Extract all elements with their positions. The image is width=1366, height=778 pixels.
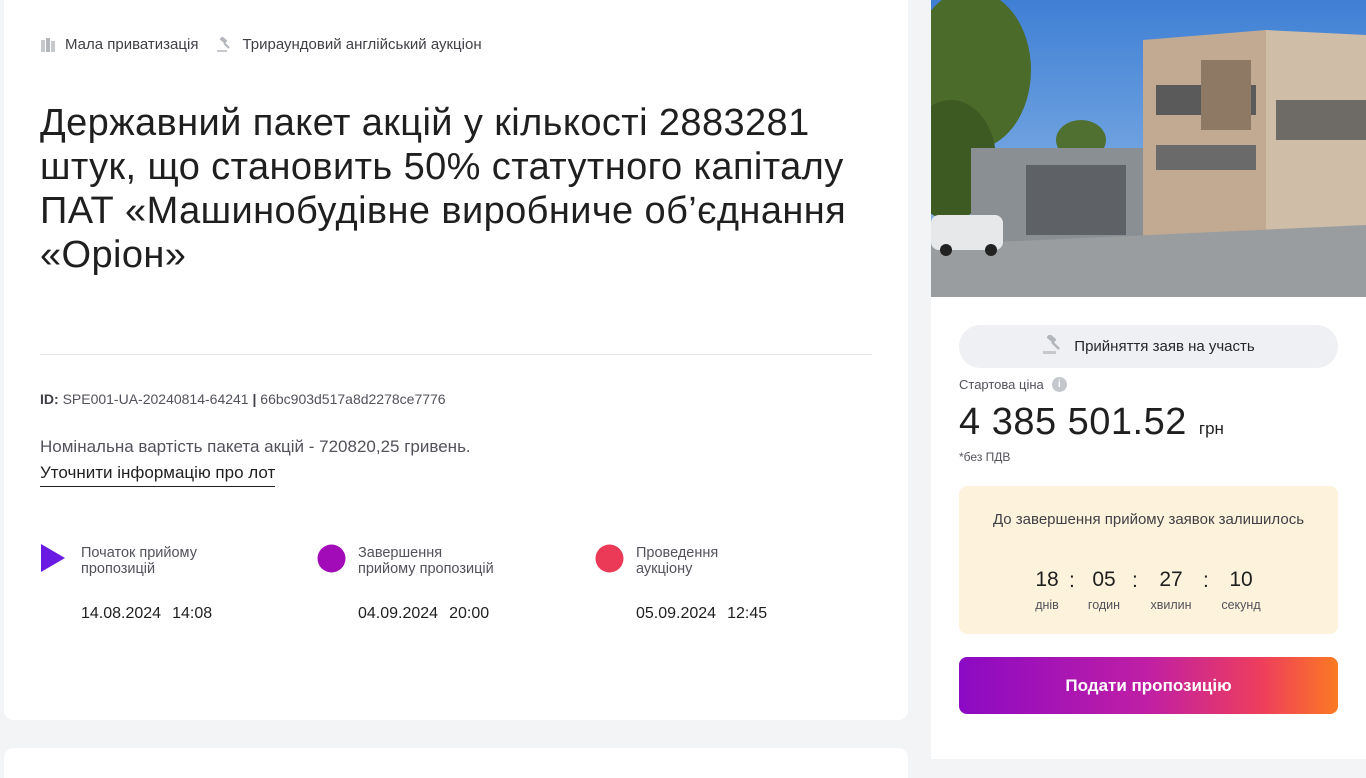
lot-card: Мала приватизація Трираундовий англійськ… bbox=[4, 0, 908, 720]
countdown-title: До завершення прийому заявок залишилось bbox=[992, 511, 1305, 528]
timer-unit: секунд bbox=[1221, 598, 1261, 612]
stage-time: 12:45 bbox=[727, 605, 768, 622]
timer-unit: хвилин bbox=[1150, 598, 1192, 612]
timer-days: 18 днів bbox=[1017, 568, 1077, 612]
stage-label: Завершення прийому пропозицій bbox=[358, 545, 494, 577]
timer-separator: : bbox=[1132, 569, 1138, 592]
gavel-icon bbox=[1042, 333, 1064, 359]
stage-label: Початок прийому пропозицій bbox=[81, 545, 197, 577]
countdown-box: До завершення прийому заявок залишилось … bbox=[959, 486, 1338, 634]
status-label: Прийняття заяв на участь bbox=[1074, 338, 1255, 355]
tag-auction-type[interactable]: Трираундовий англійський аукціон bbox=[216, 36, 482, 53]
timer-value: 18 bbox=[1035, 568, 1059, 591]
dot-icon bbox=[317, 544, 346, 578]
stage-date: 05.09.2024 bbox=[636, 605, 717, 622]
dot-icon bbox=[595, 544, 624, 578]
timer-seconds: 10 секунд bbox=[1211, 568, 1271, 612]
lot-photo[interactable] bbox=[931, 0, 1366, 297]
stage-date: 04.09.2024 bbox=[358, 605, 439, 622]
tag-label: Мала приватизація bbox=[65, 36, 199, 53]
info-icon[interactable]: i bbox=[1051, 377, 1067, 392]
stage-time: 20:00 bbox=[449, 605, 490, 622]
price-currency: грн bbox=[1198, 419, 1224, 438]
stage-label: Проведення аукціону bbox=[636, 545, 719, 577]
stage-datetime: 14.08.2024 14:08 bbox=[81, 605, 212, 623]
tag-label: Трираундовий англійський аукціон bbox=[242, 36, 482, 53]
timer-separator: : bbox=[1203, 569, 1209, 592]
lot-tags: Мала приватизація Трираундовий англійськ… bbox=[40, 36, 482, 53]
price-note: *без ПДВ bbox=[959, 450, 1011, 464]
stage-datetime: 05.09.2024 12:45 bbox=[636, 605, 767, 623]
stage-date: 14.08.2024 bbox=[81, 605, 162, 622]
timer-minutes: 27 хвилин bbox=[1141, 568, 1201, 612]
lot-title: Державний пакет акцій у кількості 288328… bbox=[40, 102, 847, 276]
price-label-text: Стартова ціна bbox=[959, 377, 1044, 392]
start-price: 4 385 501.52 грн bbox=[959, 401, 1224, 444]
lot-id-line: ID: SPE001-UA-20240814-64241 | 66bc903d5… bbox=[40, 391, 446, 407]
auction-stages: Початок прийому пропозицій 14.08.2024 14:… bbox=[40, 543, 880, 633]
timer-value: 27 bbox=[1159, 568, 1183, 591]
id-separator: | bbox=[252, 391, 257, 407]
stage-datetime: 04.09.2024 20:00 bbox=[358, 605, 489, 623]
lot-description: Номінальна вартість пакета акцій - 72082… bbox=[40, 437, 471, 456]
status-badge: Прийняття заяв на участь bbox=[959, 325, 1338, 368]
gavel-icon bbox=[216, 36, 234, 53]
price-label: Стартова ціна i bbox=[959, 377, 1067, 392]
timer-unit: днів bbox=[1035, 598, 1059, 612]
tag-small-privatization[interactable]: Мала приватизація bbox=[40, 36, 198, 53]
id-label: ID: bbox=[40, 391, 59, 407]
lot-info-link[interactable]: Уточнити інформацію про лот bbox=[40, 463, 276, 487]
submit-offer-button[interactable]: Подати пропозицію bbox=[959, 657, 1338, 714]
price-value: 4 385 501.52 bbox=[959, 401, 1187, 443]
timer-value: 10 bbox=[1229, 568, 1253, 591]
lot-hash: 66bc903d517a8d2278ce7776 bbox=[260, 391, 446, 407]
timer-hours: 05 годин bbox=[1074, 568, 1134, 612]
next-card bbox=[4, 748, 908, 778]
divider bbox=[40, 354, 872, 355]
timer-unit: годин bbox=[1087, 598, 1121, 612]
building-icon bbox=[40, 37, 57, 53]
lot-id: SPE001-UA-20240814-64241 bbox=[62, 391, 249, 407]
auction-sidebar: Прийняття заяв на участь Стартова ціна i… bbox=[931, 0, 1366, 759]
stage-time: 14:08 bbox=[172, 605, 213, 622]
timer-value: 05 bbox=[1092, 568, 1116, 591]
play-icon bbox=[40, 543, 66, 578]
